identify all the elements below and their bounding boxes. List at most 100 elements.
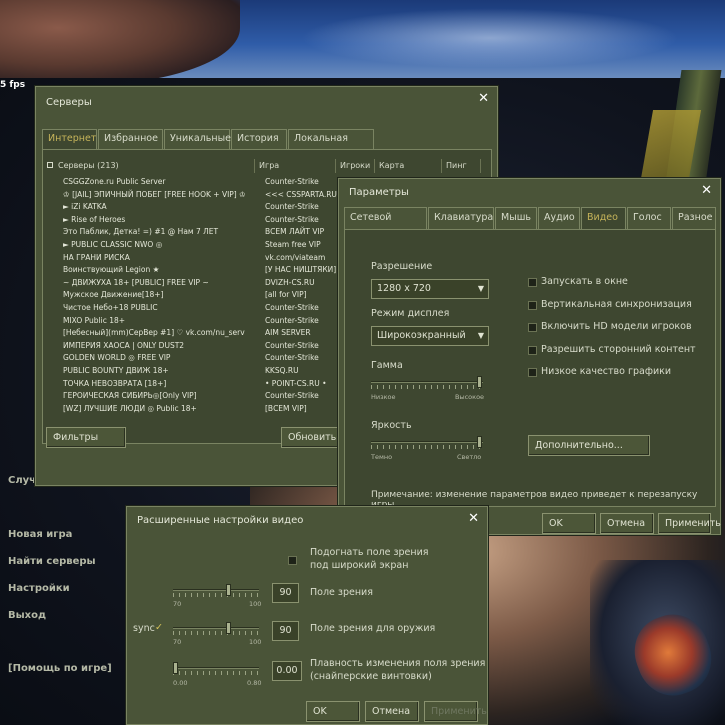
slider-track [173, 589, 259, 591]
smooth-label-1: Плавность изменения поля зрения [310, 658, 486, 669]
close-icon[interactable]: ✕ [478, 92, 489, 105]
smooth-label-2: (снайперские винтовки) [310, 671, 432, 682]
apply-button[interactable]: Применить [424, 701, 487, 722]
server-game: Counter-Strike [265, 391, 319, 401]
server-game: vk.com/viateam [265, 252, 326, 262]
brightness-label: Яркость [371, 420, 412, 431]
checkbox-low-quality[interactable] [528, 368, 537, 377]
resolution-value: 1280 x 720 [377, 283, 431, 294]
smooth-slider[interactable] [173, 662, 259, 676]
gamma-slider[interactable] [371, 376, 483, 390]
col-servers[interactable]: Серверы (213) [55, 159, 255, 173]
tab-history[interactable]: История [231, 129, 287, 149]
fov-value[interactable]: 90 [272, 583, 299, 603]
fov-max: 100 [249, 600, 262, 608]
main-menu-settings[interactable]: Настройки [8, 583, 70, 594]
server-name: ИМПЕРИЯ ХАОСА | ONLY DUST2 [63, 340, 185, 350]
display-mode-value: Широкоэкранный [377, 330, 466, 341]
col-players[interactable]: Игроки [337, 159, 375, 173]
checkbox-windowed[interactable] [528, 278, 537, 287]
brightness-slider[interactable] [371, 436, 483, 450]
slider-ticks [371, 385, 483, 389]
server-game: Counter-Strike [265, 353, 319, 363]
slider-thumb[interactable] [477, 376, 482, 388]
resolution-select[interactable]: 1280 x 720 ▼ [371, 279, 489, 299]
server-name: CSGGZone.ru Public Server [63, 177, 166, 186]
slider-track [371, 441, 483, 443]
video-panel: Разрешение 1280 x 720 ▼ Режим дисплея Ши… [344, 229, 716, 510]
cancel-button[interactable]: Отмена [365, 701, 419, 722]
chevron-down-icon: ▼ [477, 331, 484, 340]
checkmark-icon[interactable]: ✓ [155, 622, 163, 633]
weapon-fov-slider[interactable] [173, 622, 259, 636]
filters-button[interactable]: Фильтры [46, 427, 126, 448]
weapon-fov-value[interactable]: 90 [272, 621, 299, 641]
tab-keyboard[interactable]: Клавиатура [428, 207, 494, 229]
slider-track [371, 381, 483, 383]
col-map[interactable]: Карта [376, 159, 442, 173]
main-menu-new-game[interactable]: Новая игра [8, 529, 72, 540]
sync-label: sync [133, 623, 155, 634]
close-icon[interactable]: ✕ [468, 512, 479, 525]
checkbox-third-party[interactable] [528, 346, 537, 355]
col-ping[interactable]: Пинг [443, 159, 481, 173]
tab-favorites[interactable]: Избранное [98, 129, 163, 149]
server-name: ТОЧКА НЕВОЗВРАТА [18+] [63, 378, 167, 388]
slider-ticks [173, 593, 259, 597]
apply-button[interactable]: Применить [658, 513, 721, 534]
gamma-max: Высокое [455, 393, 485, 401]
tab-lan[interactable]: Локальная сеть [288, 129, 374, 162]
tab-internet[interactable]: Интернет [42, 129, 97, 149]
fov-slider[interactable] [173, 584, 259, 598]
params-tabs: Сетевой режим Клавиатура Мышь Аудио Виде… [344, 207, 716, 243]
server-name: Мужское Движение[18+] [63, 290, 164, 300]
cloud [300, 8, 680, 68]
display-mode-label: Режим дисплея [371, 308, 450, 319]
checkbox-vsync[interactable] [528, 301, 537, 310]
ok-button[interactable]: OK [542, 513, 596, 534]
smooth-max: 0.80 [247, 679, 262, 687]
refresh-button[interactable]: Обновить [281, 427, 339, 448]
checkbox-hd-models[interactable] [528, 323, 537, 332]
tab-mouse[interactable]: Мышь [495, 207, 537, 229]
checkbox-widescreen-fov[interactable] [288, 556, 297, 565]
server-name: Это Паблик, Детка! =) #1 @ Нам 7 ЛЕТ [63, 227, 219, 237]
display-mode-select[interactable]: Широкоэкранный ▼ [371, 326, 489, 346]
slider-track [173, 667, 259, 669]
main-menu-find-servers[interactable]: Найти серверы [8, 556, 96, 567]
fov-label: Поле зрения [310, 587, 373, 598]
advanced-button[interactable]: Дополнительно... [528, 435, 650, 456]
smooth-value[interactable]: 0.00 [272, 661, 302, 681]
server-name: Воинствующий Legion ★ [63, 265, 160, 275]
col-game[interactable]: Игра [256, 159, 336, 173]
checkbox-vsync-label: Вертикальная синхронизация [541, 299, 692, 310]
servers-tabs: Интернет Избранное Уникальные История Ло… [42, 129, 492, 162]
weapon-fov-label: Поле зрения для оружия [310, 623, 436, 634]
tab-unique[interactable]: Уникальные [164, 129, 231, 149]
tab-audio[interactable]: Аудио [538, 207, 580, 229]
widescreen-label-1: Подогнать поле зрения [310, 547, 429, 558]
tab-video[interactable]: Видео [581, 207, 626, 229]
cancel-button[interactable]: Отмена [600, 513, 654, 534]
server-game: DVIZH-CS.RU [265, 277, 315, 287]
server-game: [У НАС НИШТЯКИ] [265, 265, 337, 275]
ok-button[interactable]: OK [306, 701, 360, 722]
server-game: Counter-Strike [265, 202, 319, 212]
slider-thumb[interactable] [226, 622, 231, 634]
slider-thumb[interactable] [173, 662, 178, 674]
slider-thumb[interactable] [226, 584, 231, 596]
advanced-video-window: Расширенные настройки видео ✕ Подогнать … [126, 506, 488, 725]
tab-voice[interactable]: Голос [627, 207, 671, 229]
tab-misc[interactable]: Разное [672, 207, 716, 229]
server-game: [all for VIP] [265, 290, 307, 300]
main-menu-help[interactable]: [Помощь по игре] [8, 663, 112, 674]
close-icon[interactable]: ✕ [701, 184, 712, 197]
server-game: KKSQ.RU [265, 366, 299, 375]
server-name: PUBLIC BOUNTY ДВИЖ 18+ [63, 366, 169, 375]
smooth-min: 0.00 [173, 679, 188, 687]
main-menu-quit[interactable]: Выход [8, 610, 46, 621]
tab-network[interactable]: Сетевой режим [344, 207, 427, 243]
slider-thumb[interactable] [477, 436, 482, 448]
servers-title: Серверы [46, 97, 92, 108]
server-name: ► iZi KATKA [63, 202, 107, 212]
